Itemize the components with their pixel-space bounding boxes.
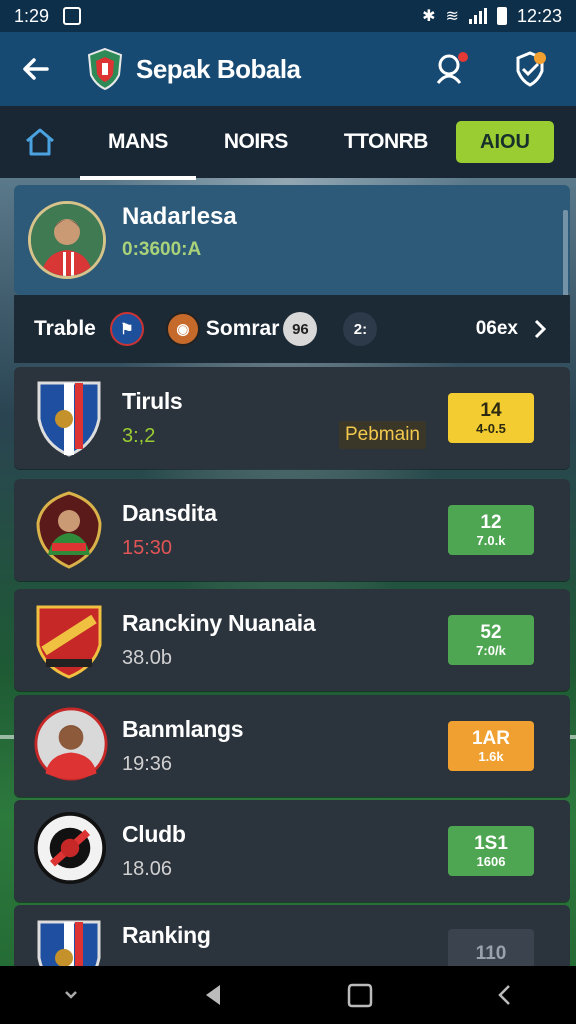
app-title: Sepak Bobala (136, 53, 301, 84)
score-badge[interactable]: 1S1 1606 (448, 826, 534, 876)
score-value: 52 (480, 621, 502, 643)
list-item-title: Ranking (122, 921, 211, 948)
home-icon[interactable] (22, 124, 58, 160)
status-time-left: 1:29 (14, 5, 50, 26)
signal-icon (468, 8, 487, 24)
profile-card[interactable]: Nadarlesa 0:3600:A (14, 185, 570, 295)
team-crest-icon[interactable]: ◉ (165, 312, 200, 346)
bluetooth-icon: ✱ (422, 8, 436, 25)
team-crest-icon (34, 379, 104, 457)
list-item[interactable]: Banmlangs 19:36 1AR 1.6k (14, 695, 570, 797)
score-subvalue: 1606 (476, 853, 506, 869)
list-item-title: Tiruls (122, 388, 183, 414)
list-item-meta: 3:,2 (122, 425, 156, 447)
app-bar: Sepak Bobala (0, 32, 576, 106)
list-item[interactable]: Tiruls 3:,2 Pebmain 14 4-0.5 (14, 367, 570, 469)
list-item-title: Dansdita (122, 500, 217, 526)
back-button[interactable] (18, 51, 54, 87)
list-item[interactable]: Ranking 110 (14, 905, 570, 996)
search-person-icon (436, 52, 468, 84)
team-crest-icon (34, 491, 104, 569)
score-subvalue: 4-0.5 (476, 420, 506, 436)
list-item-title: Cludb (122, 821, 186, 847)
system-nav-bar (0, 966, 576, 1024)
home-circle-icon[interactable] (346, 981, 374, 1009)
team-crest-icon (34, 707, 108, 785)
scrollbar[interactable] (563, 210, 568, 300)
status-bar: 1:29 ✱ ≋ 12:23 (0, 0, 576, 32)
score-value: 12 (480, 511, 502, 533)
status-time-right: 12:23 (516, 5, 562, 26)
avatar (28, 201, 106, 279)
list-item-meta: 15:30 (122, 537, 173, 559)
list-item[interactable]: Ranckiny Nuanaia 38.0b 52 7:0/k (14, 589, 570, 691)
list-item-title: Banmlangs (122, 716, 244, 742)
score-subvalue: 7:0/k (476, 642, 506, 658)
badge-check-button[interactable] (510, 49, 550, 89)
wifi-icon: ≋ (445, 8, 459, 25)
filter-label[interactable]: Trable (34, 317, 96, 341)
team-crest-icon (34, 812, 106, 890)
score-subvalue: 1.6k (478, 748, 504, 764)
badge-check-icon (516, 51, 546, 87)
back-triangle-icon[interactable] (202, 983, 224, 1007)
list-item[interactable]: Cludb 18.06 1S1 1606 (14, 800, 570, 902)
tab-noirs[interactable]: NOIRS (224, 130, 289, 154)
filter-more-label[interactable]: 06ex (476, 318, 518, 340)
app-logo (87, 47, 123, 91)
score-subvalue: 7.0.k (476, 532, 506, 548)
chevron-right-icon[interactable] (530, 317, 550, 341)
chevron-down-icon[interactable] (61, 985, 81, 1005)
score-badge[interactable]: 14 4-0.5 (448, 393, 534, 443)
list-item[interactable]: Dansdita 15:30 12 7.0.k (14, 479, 570, 581)
score-value: 1AR (471, 727, 510, 749)
score-badge[interactable]: 1AR 1.6k (448, 721, 534, 771)
list-item-meta: 18.06 (122, 858, 173, 880)
list-item-title: Ranckiny Nuanaia (122, 610, 316, 636)
status-badge: Pebmain (339, 421, 426, 449)
list-item-meta: 19:36 (122, 753, 173, 775)
tab-mans[interactable]: MANS (80, 130, 196, 180)
notification-icon (63, 7, 82, 25)
team-crest-icon (34, 601, 104, 679)
filter-badge-a[interactable]: 96 (283, 312, 318, 346)
profile-subtitle: 0:3600:A (122, 239, 202, 260)
filter-bar: Trable ⚑ ◉ Somrar 96 2: 06ex (14, 295, 570, 363)
battery-icon (496, 7, 507, 25)
score-value: 14 (480, 399, 502, 421)
tab-action-button[interactable]: AIOU (456, 121, 554, 163)
score-value: 1S1 (474, 832, 508, 854)
score-value: 110 (475, 943, 507, 964)
score-badge[interactable]: 52 7:0/k (448, 615, 534, 665)
arrow-left-icon (23, 58, 49, 80)
search-person-button[interactable] (432, 49, 472, 89)
team-badge-icon[interactable]: ⚑ (109, 312, 144, 346)
tab-ttonrb[interactable]: TTONRB (344, 130, 429, 154)
filter-item-label[interactable]: Somrar (206, 317, 280, 341)
profile-name: Nadarlesa (122, 203, 237, 230)
score-badge[interactable]: 12 7.0.k (448, 505, 534, 555)
list-item-meta: 38.0b (122, 647, 173, 669)
filter-badge-b[interactable]: 2: (343, 312, 378, 346)
recents-icon[interactable] (495, 983, 515, 1007)
tab-bar: MANS NOIRS TTONRB AIOU (0, 106, 576, 180)
